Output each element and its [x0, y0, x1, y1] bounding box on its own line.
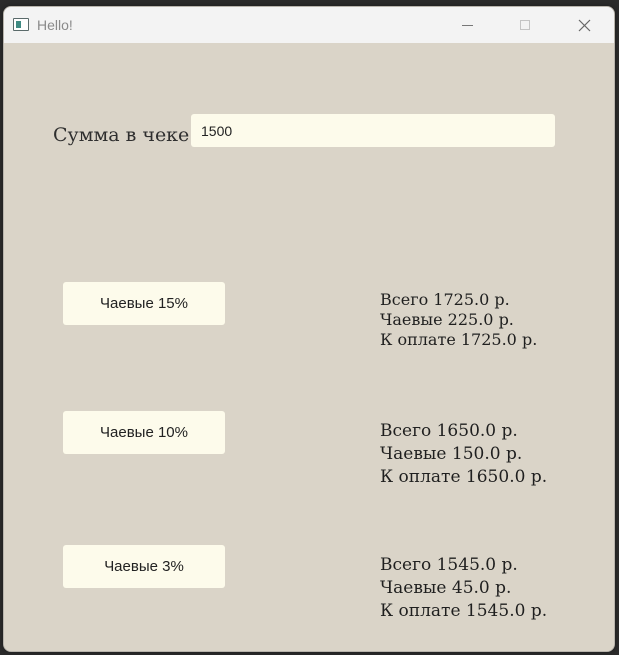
maximize-icon [520, 20, 530, 30]
title-bar[interactable]: Hello! [4, 7, 614, 43]
tip-3-total: Всего 1545.0 р. [380, 555, 518, 575]
app-window: Hello! Сумма в чеке: Чаевые 15% Всего 17… [3, 6, 615, 652]
tip-10-total: Всего 1650.0 р. [380, 421, 518, 441]
tip-10-button[interactable]: Чаевые 10% [63, 411, 225, 454]
tip-3-result: Всего 1545.0 р. Чаевые 45.0 р. К оплате … [380, 554, 547, 623]
bill-amount-label: Сумма в чеке: [53, 124, 196, 146]
main-content: Сумма в чеке: Чаевые 15% Всего 1725.0 р.… [4, 43, 614, 651]
close-button[interactable] [561, 7, 607, 43]
minimize-icon [461, 24, 473, 26]
tip-3-tip-amount: Чаевые 45.0 р. [380, 578, 512, 598]
bill-amount-input[interactable] [191, 114, 555, 147]
tip-3-button[interactable]: Чаевые 3% [63, 545, 225, 588]
tip-15-button[interactable]: Чаевые 15% [63, 282, 225, 325]
close-icon [578, 19, 590, 31]
tip-15-total: Всего 1725.0 р. [380, 290, 510, 309]
tip-10-result: Всего 1650.0 р. Чаевые 150.0 р. К оплате… [380, 420, 547, 489]
minimize-button[interactable] [444, 7, 490, 43]
tip-10-to-pay: К оплате 1650.0 р. [380, 467, 548, 487]
tip-15-to-pay: К оплате 1725.0 р. [380, 330, 538, 349]
tip-3-to-pay: К оплате 1545.0 р. [380, 601, 548, 621]
maximize-button[interactable] [502, 7, 548, 43]
tip-10-tip-amount: Чаевые 150.0 р. [380, 444, 523, 464]
window-title: Hello! [37, 17, 73, 33]
tip-15-result: Всего 1725.0 р. Чаевые 225.0 р. К оплате… [380, 290, 537, 350]
app-window-icon [13, 18, 29, 31]
tip-15-tip-amount: Чаевые 225.0 р. [380, 310, 514, 329]
